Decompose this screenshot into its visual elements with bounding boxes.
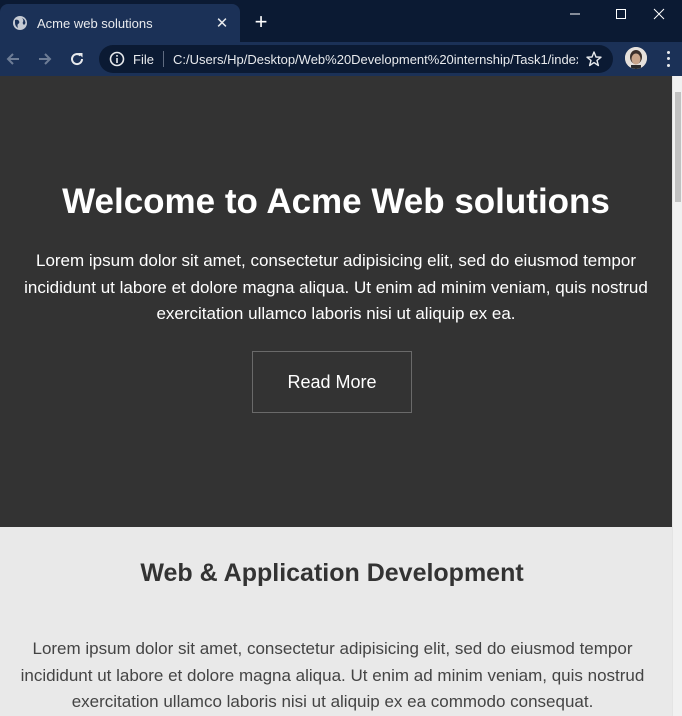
hero-section: Welcome to Acme Web solutions Lorem ipsu… bbox=[0, 76, 672, 527]
kebab-menu-icon[interactable] bbox=[659, 49, 677, 69]
read-more-button[interactable]: Read More bbox=[252, 351, 412, 413]
page-viewport: Welcome to Acme Web solutions Lorem ipsu… bbox=[0, 76, 672, 716]
browser-titlebar: Acme web solutions ✕ + bbox=[0, 0, 682, 42]
globe-icon bbox=[12, 15, 28, 31]
hero-title: Welcome to Acme Web solutions bbox=[62, 182, 610, 221]
profile-avatar[interactable] bbox=[625, 47, 647, 69]
vertical-scrollbar[interactable] bbox=[672, 76, 682, 716]
minimize-icon[interactable] bbox=[552, 0, 598, 28]
services-section: Web & Application Development Lorem ipsu… bbox=[0, 527, 672, 716]
address-bar[interactable]: File C:/Users/Hp/Desktop/Web%20Developme… bbox=[99, 45, 613, 73]
browser-toolbar: File C:/Users/Hp/Desktop/Web%20Developme… bbox=[0, 42, 682, 76]
tab-close-icon[interactable]: ✕ bbox=[212, 14, 232, 32]
browser-tab[interactable]: Acme web solutions ✕ bbox=[0, 4, 240, 42]
separator bbox=[162, 51, 164, 67]
arrow-right-icon[interactable] bbox=[33, 48, 57, 70]
services-text: Lorem ipsum dolor sit amet, consectetur … bbox=[20, 639, 645, 711]
star-icon[interactable] bbox=[585, 50, 603, 68]
info-icon[interactable] bbox=[109, 51, 125, 67]
close-window-icon[interactable] bbox=[636, 0, 682, 28]
tab-title: Acme web solutions bbox=[37, 15, 153, 31]
hero-text: Lorem ipsum dolor sit amet, consectetur … bbox=[24, 251, 648, 323]
new-tab-button[interactable]: + bbox=[248, 10, 274, 36]
url-text[interactable]: C:/Users/Hp/Desktop/Web%20Development%20… bbox=[173, 52, 578, 67]
scrollbar-thumb[interactable] bbox=[675, 92, 681, 202]
services-title: Web & Application Development bbox=[140, 559, 524, 587]
reload-icon[interactable] bbox=[65, 48, 89, 70]
scheme-label: File bbox=[133, 51, 154, 67]
arrow-left-icon[interactable] bbox=[1, 48, 25, 70]
